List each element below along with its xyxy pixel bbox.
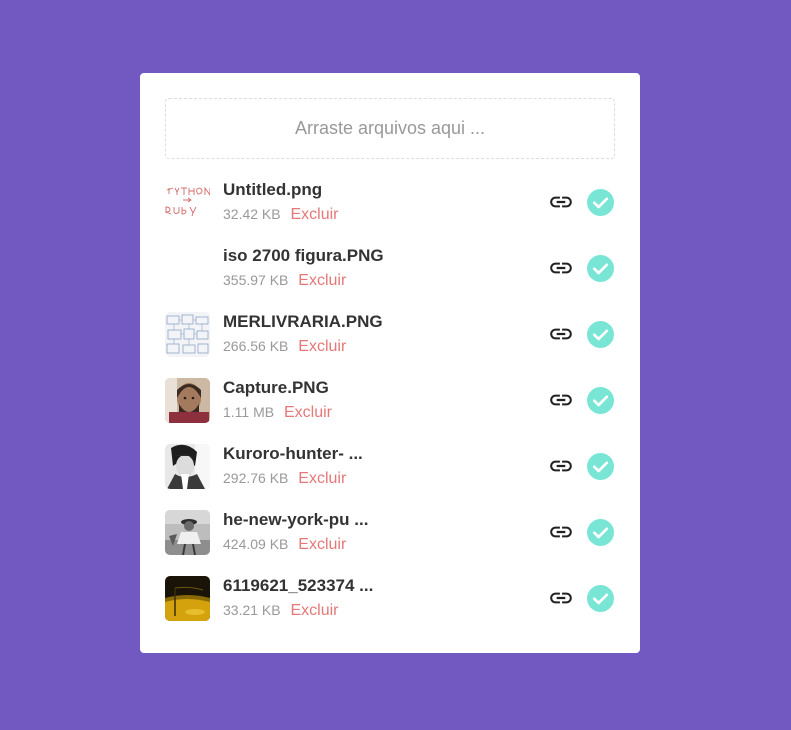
file-name: 6119621_523374 ...	[223, 576, 374, 595]
link-icon[interactable]	[548, 189, 574, 215]
file-size: 355.97 KB	[223, 272, 289, 288]
file-thumbnail	[165, 575, 210, 621]
dropzone-label: Arraste arquivos aqui ...	[294, 118, 486, 138]
file-actions	[548, 386, 614, 414]
file-row: Capture.PNG 1.11 MB Excluir	[165, 377, 615, 423]
file-name: MERLIVRARIA.PNG	[223, 312, 383, 331]
file-name: iso 2700 figura.PNG	[223, 246, 384, 265]
file-text: 6119621_523374 ... 33.21 KB Excluir	[223, 576, 373, 620]
file-text: Capture.PNG 1.11 MB Excluir	[223, 378, 332, 422]
file-size: 424.09 KB	[223, 536, 289, 552]
delete-button[interactable]: Excluir	[284, 404, 332, 422]
file-list: Untitled.png 32.42 KB Excluir iso 2700 f…	[165, 179, 615, 621]
delete-button[interactable]: Excluir	[291, 206, 339, 224]
file-info: MERLIVRARIA.PNG 266.56 KB Excluir	[165, 311, 383, 357]
file-thumbnail	[165, 311, 210, 357]
file-thumbnail	[165, 245, 210, 291]
file-meta: 33.21 KB Excluir	[223, 601, 373, 620]
file-meta: 32.42 KB Excluir	[223, 205, 339, 224]
delete-button[interactable]: Excluir	[298, 470, 346, 488]
file-meta: 424.09 KB Excluir	[223, 535, 368, 554]
check-circle-icon	[587, 518, 614, 546]
file-thumbnail	[165, 509, 210, 555]
link-icon[interactable]	[548, 255, 574, 281]
file-info: Kuroro-hunter- ... 292.76 KB Excluir	[165, 443, 363, 489]
file-info: 6119621_523374 ... 33.21 KB Excluir	[165, 575, 373, 621]
file-row: he-new-york-pu ... 424.09 KB Excluir	[165, 509, 615, 555]
link-icon[interactable]	[548, 387, 574, 413]
check-circle-icon	[587, 584, 614, 612]
file-actions	[548, 452, 614, 480]
file-meta: 292.76 KB Excluir	[223, 469, 363, 488]
file-size: 292.76 KB	[223, 470, 289, 486]
file-text: MERLIVRARIA.PNG 266.56 KB Excluir	[223, 312, 383, 356]
file-thumbnail	[165, 179, 210, 225]
link-icon[interactable]	[548, 321, 574, 347]
file-row: MERLIVRARIA.PNG 266.56 KB Excluir	[165, 311, 615, 357]
link-icon[interactable]	[548, 519, 574, 545]
check-circle-icon	[587, 188, 614, 216]
check-circle-icon	[587, 320, 614, 348]
file-text: iso 2700 figura.PNG 355.97 KB Excluir	[223, 246, 384, 290]
file-name: Untitled.png	[223, 180, 323, 199]
file-meta: 1.11 MB Excluir	[223, 403, 332, 422]
file-row: Untitled.png 32.42 KB Excluir	[165, 179, 615, 225]
file-row: iso 2700 figura.PNG 355.97 KB Excluir	[165, 245, 615, 291]
file-thumbnail	[165, 443, 210, 489]
file-name: Kuroro-hunter- ...	[223, 444, 363, 463]
file-actions	[548, 254, 614, 282]
delete-button[interactable]: Excluir	[291, 602, 339, 620]
file-size: 1.11 MB	[223, 404, 275, 420]
check-circle-icon	[587, 254, 614, 282]
file-text: he-new-york-pu ... 424.09 KB Excluir	[223, 510, 368, 554]
file-text: Untitled.png 32.42 KB Excluir	[223, 180, 339, 224]
file-meta: 355.97 KB Excluir	[223, 271, 384, 290]
file-info: he-new-york-pu ... 424.09 KB Excluir	[165, 509, 368, 555]
dropzone[interactable]: Arraste arquivos aqui ...	[165, 98, 615, 159]
delete-button[interactable]: Excluir	[298, 536, 346, 554]
check-circle-icon	[587, 386, 614, 414]
delete-button[interactable]: Excluir	[298, 338, 346, 356]
link-icon[interactable]	[548, 453, 574, 479]
file-text: Kuroro-hunter- ... 292.76 KB Excluir	[223, 444, 363, 488]
file-name: he-new-york-pu ...	[223, 510, 369, 529]
file-actions	[548, 188, 614, 216]
file-row: 6119621_523374 ... 33.21 KB Excluir	[165, 575, 615, 621]
file-size: 33.21 KB	[223, 602, 281, 618]
file-actions	[548, 584, 614, 612]
link-icon[interactable]	[548, 585, 574, 611]
file-size: 266.56 KB	[223, 338, 289, 354]
file-info: Untitled.png 32.42 KB Excluir	[165, 179, 339, 225]
file-thumbnail	[165, 377, 210, 423]
file-info: iso 2700 figura.PNG 355.97 KB Excluir	[165, 245, 384, 291]
file-info: Capture.PNG 1.11 MB Excluir	[165, 377, 332, 423]
check-circle-icon	[587, 452, 614, 480]
file-actions	[548, 320, 614, 348]
upload-card: Arraste arquivos aqui ... Untitled.png 3…	[140, 73, 640, 653]
file-row: Kuroro-hunter- ... 292.76 KB Excluir	[165, 443, 615, 489]
file-size: 32.42 KB	[223, 206, 281, 222]
file-actions	[548, 518, 614, 546]
file-name: Capture.PNG	[223, 378, 329, 397]
delete-button[interactable]: Excluir	[298, 272, 346, 290]
file-meta: 266.56 KB Excluir	[223, 337, 383, 356]
